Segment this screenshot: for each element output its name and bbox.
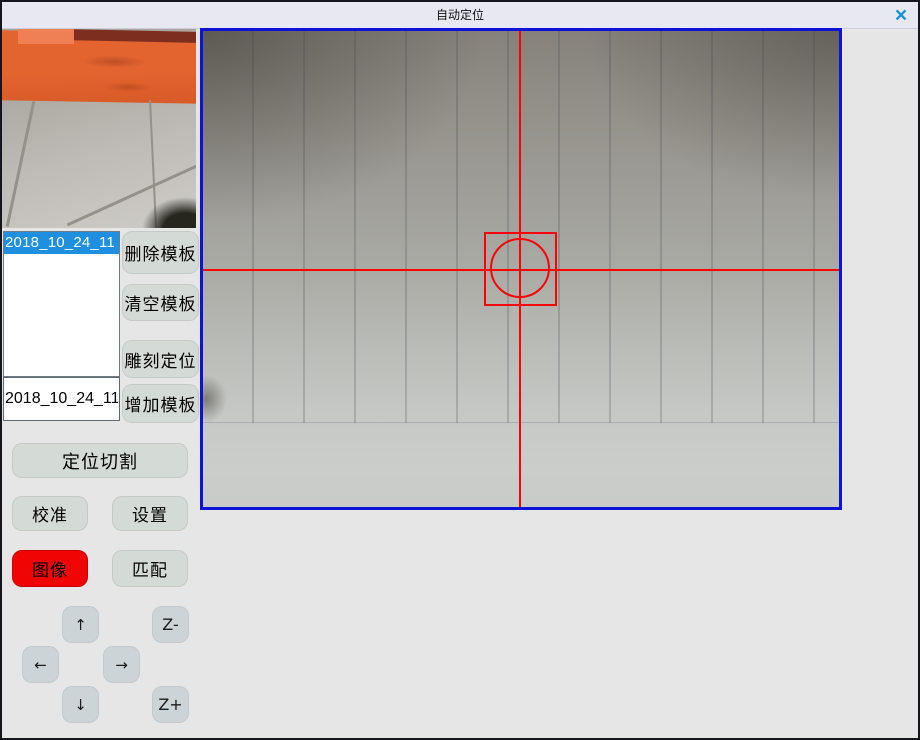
clear-templates-button[interactable]: 清空模板 [122,284,199,321]
calibrate-button[interactable]: 校准 [12,496,88,531]
z-minus-label: Z- [162,615,178,634]
jog-right-button[interactable]: → [103,646,140,683]
close-button[interactable]: × [888,2,914,28]
thumbnail-light-orange-patch [18,29,74,44]
add-template-button[interactable]: 增加模板 [122,384,199,423]
auto-locate-dialog: 自动定位 × 2018_10_24_11 删除模板 清空模板 雕刻定位 增加模板… [0,0,920,740]
template-preview-image [2,29,196,228]
template-name-input[interactable] [3,377,120,421]
dialog-title: 自动定位 [2,2,918,28]
down-arrow-icon: ↓ [74,696,87,714]
thumbnail-tile-line [6,101,36,227]
engrave-locate-button[interactable]: 雕刻定位 [122,340,199,378]
match-button[interactable]: 匹配 [112,550,188,587]
jog-down-button[interactable]: ↓ [62,686,99,723]
jog-left-button[interactable]: ← [22,646,59,683]
delete-template-button[interactable]: 删除模板 [122,231,199,274]
camera-view [200,28,842,510]
jog-z-minus-button[interactable]: Z- [152,606,189,643]
left-arrow-icon: ← [34,656,47,674]
jog-up-button[interactable]: ↑ [62,606,99,643]
close-icon: × [895,5,907,26]
settings-button[interactable]: 设置 [112,496,188,531]
jog-z-plus-button[interactable]: Z+ [152,686,189,723]
thumbnail-dark-object [142,197,196,228]
template-list-item[interactable]: 2018_10_24_11 [4,232,119,254]
locate-cut-button[interactable]: 定位切割 [12,443,188,478]
target-circle [490,238,550,298]
ceiling-stripes [203,31,839,423]
template-list[interactable]: 2018_10_24_11 [3,231,120,377]
camera-feed-image [203,31,839,507]
z-plus-label: Z+ [158,695,182,714]
up-arrow-icon: ↑ [74,616,87,634]
image-button[interactable]: 图像 [12,550,88,587]
right-arrow-icon: → [115,656,128,674]
title-bar: 自动定位 × [2,2,918,29]
